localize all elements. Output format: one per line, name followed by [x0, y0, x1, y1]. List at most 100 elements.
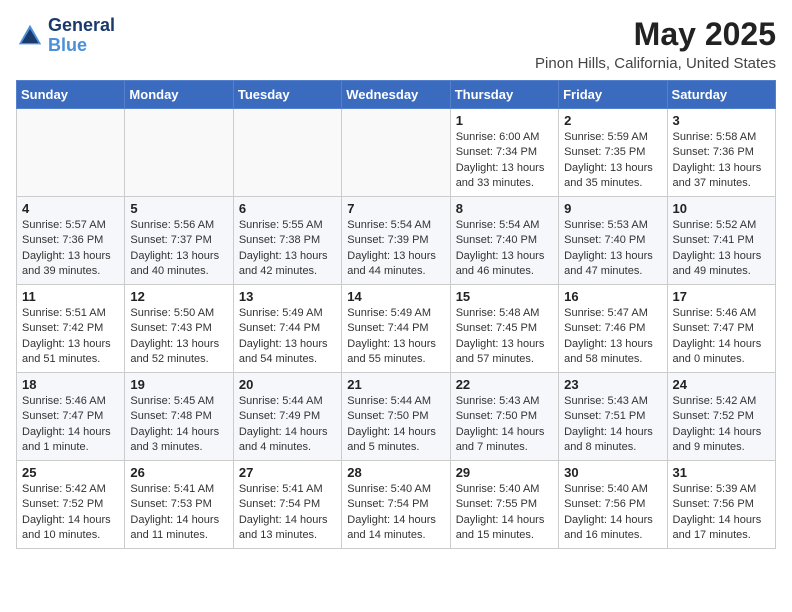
day-info: Sunrise: 5:49 AMSunset: 7:44 PMDaylight:… [239, 306, 336, 368]
day-number: 25 [22, 465, 119, 480]
day-number: 6 [239, 201, 336, 216]
day-info: Sunrise: 5:56 AMSunset: 7:37 PMDaylight:… [130, 218, 227, 280]
week-row-3: 11 Sunrise: 5:51 AMSunset: 7:42 PMDayligh… [17, 285, 776, 373]
day-info: Sunrise: 5:41 AMSunset: 7:54 PMDaylight:… [239, 482, 336, 544]
day-number: 28 [347, 465, 444, 480]
calendar-cell: 22Sunrise: 5:43 AMSunset: 7:50 PMDayligh… [450, 373, 558, 461]
calendar-cell [342, 109, 450, 197]
logo-icon [16, 22, 44, 50]
day-number: 1 [456, 113, 553, 128]
subtitle: Pinon Hills, California, United States [535, 55, 776, 72]
day-number: 20 [239, 377, 336, 392]
day-info: Sunrise: 5:43 AMSunset: 7:50 PMDaylight:… [456, 394, 553, 456]
day-number: 23 [564, 377, 661, 392]
day-info: Sunrise: 5:49 AMSunset: 7:44 PMDaylight:… [347, 306, 444, 368]
weekday-header-sunday: Sunday [17, 81, 125, 109]
day-info: Sunrise: 5:40 AMSunset: 7:55 PMDaylight:… [456, 482, 553, 544]
day-number: 31 [673, 465, 770, 480]
calendar-cell [17, 109, 125, 197]
day-info: Sunrise: 5:52 AMSunset: 7:41 PMDaylight:… [673, 218, 770, 280]
weekday-header-thursday: Thursday [450, 81, 558, 109]
day-info: Sunrise: 6:00 AMSunset: 7:34 PMDaylight:… [456, 130, 553, 192]
calendar-cell: 31 Sunrise: 5:39 AMSunset: 7:56 PMDayligh… [667, 461, 775, 549]
day-info: Sunrise: 5:42 AMSunset: 7:52 PMDaylight:… [673, 394, 770, 456]
week-row-4: 18Sunrise: 5:46 AMSunset: 7:47 PMDayligh… [17, 373, 776, 461]
day-info: Sunrise: 5:55 AMSunset: 7:38 PMDaylight:… [239, 218, 336, 280]
calendar-table: SundayMondayTuesdayWednesdayThursdayFrid… [16, 80, 776, 549]
calendar-cell: 14 Sunrise: 5:49 AMSunset: 7:44 PMDayligh… [342, 285, 450, 373]
calendar-cell: 6 Sunrise: 5:55 AMSunset: 7:38 PMDaylight… [233, 197, 341, 285]
calendar-cell: 30 Sunrise: 5:40 AMSunset: 7:56 PMDayligh… [559, 461, 667, 549]
day-number: 24 [673, 377, 770, 392]
day-info: Sunrise: 5:40 AMSunset: 7:56 PMDaylight:… [564, 482, 661, 544]
logo: General Blue [16, 16, 115, 56]
calendar-cell: 27Sunrise: 5:41 AMSunset: 7:54 PMDayligh… [233, 461, 341, 549]
day-number: 10 [673, 201, 770, 216]
day-number: 11 [22, 289, 119, 304]
day-number: 3 [673, 113, 770, 128]
calendar-cell: 12 Sunrise: 5:50 AMSunset: 7:43 PMDayligh… [125, 285, 233, 373]
day-info: Sunrise: 5:58 AMSunset: 7:36 PMDaylight:… [673, 130, 770, 192]
calendar-cell: 1 Sunrise: 6:00 AMSunset: 7:34 PMDaylight… [450, 109, 558, 197]
day-info: Sunrise: 5:53 AMSunset: 7:40 PMDaylight:… [564, 218, 661, 280]
day-number: 15 [456, 289, 553, 304]
day-info: Sunrise: 5:42 AMSunset: 7:52 PMDaylight:… [22, 482, 119, 544]
calendar-cell [233, 109, 341, 197]
day-number: 17 [673, 289, 770, 304]
calendar-cell: 3 Sunrise: 5:58 AMSunset: 7:36 PMDaylight… [667, 109, 775, 197]
weekday-header-tuesday: Tuesday [233, 81, 341, 109]
day-info: Sunrise: 5:43 AMSunset: 7:51 PMDaylight:… [564, 394, 661, 456]
week-row-5: 25 Sunrise: 5:42 AMSunset: 7:52 PMDayligh… [17, 461, 776, 549]
calendar-cell: 19 Sunrise: 5:45 AMSunset: 7:48 PMDayligh… [125, 373, 233, 461]
calendar-cell: 9Sunrise: 5:53 AMSunset: 7:40 PMDaylight… [559, 197, 667, 285]
weekday-header-wednesday: Wednesday [342, 81, 450, 109]
day-info: Sunrise: 5:51 AMSunset: 7:42 PMDaylight:… [22, 306, 119, 368]
day-info: Sunrise: 5:50 AMSunset: 7:43 PMDaylight:… [130, 306, 227, 368]
day-info: Sunrise: 5:44 AMSunset: 7:49 PMDaylight:… [239, 394, 336, 456]
calendar-cell: 4 Sunrise: 5:57 AMSunset: 7:36 PMDaylight… [17, 197, 125, 285]
day-number: 14 [347, 289, 444, 304]
calendar-cell: 25 Sunrise: 5:42 AMSunset: 7:52 PMDayligh… [17, 461, 125, 549]
calendar-cell: 20 Sunrise: 5:44 AMSunset: 7:49 PMDayligh… [233, 373, 341, 461]
main-title: May 2025 [535, 16, 776, 53]
calendar-cell: 26Sunrise: 5:41 AMSunset: 7:53 PMDayligh… [125, 461, 233, 549]
calendar-cell: 10 Sunrise: 5:52 AMSunset: 7:41 PMDayligh… [667, 197, 775, 285]
calendar-cell: 17 Sunrise: 5:46 AMSunset: 7:47 PMDayligh… [667, 285, 775, 373]
day-info: Sunrise: 5:46 AMSunset: 7:47 PMDaylight:… [22, 394, 119, 456]
day-info: Sunrise: 5:39 AMSunset: 7:56 PMDaylight:… [673, 482, 770, 544]
calendar-cell: 8Sunrise: 5:54 AMSunset: 7:40 PMDaylight… [450, 197, 558, 285]
day-number: 8 [456, 201, 553, 216]
day-info: Sunrise: 5:54 AMSunset: 7:39 PMDaylight:… [347, 218, 444, 280]
day-number: 2 [564, 113, 661, 128]
calendar-cell: 24 Sunrise: 5:42 AMSunset: 7:52 PMDayligh… [667, 373, 775, 461]
day-number: 30 [564, 465, 661, 480]
week-row-1: 1 Sunrise: 6:00 AMSunset: 7:34 PMDaylight… [17, 109, 776, 197]
calendar-cell: 28Sunrise: 5:40 AMSunset: 7:54 PMDayligh… [342, 461, 450, 549]
day-number: 19 [130, 377, 227, 392]
calendar-cell: 13 Sunrise: 5:49 AMSunset: 7:44 PMDayligh… [233, 285, 341, 373]
day-info: Sunrise: 5:59 AMSunset: 7:35 PMDaylight:… [564, 130, 661, 192]
weekday-header-friday: Friday [559, 81, 667, 109]
calendar-cell: 11 Sunrise: 5:51 AMSunset: 7:42 PMDayligh… [17, 285, 125, 373]
page-header: General Blue May 2025 Pinon Hills, Calif… [16, 16, 776, 72]
day-info: Sunrise: 5:47 AMSunset: 7:46 PMDaylight:… [564, 306, 661, 368]
day-info: Sunrise: 5:46 AMSunset: 7:47 PMDaylight:… [673, 306, 770, 368]
calendar-cell: 23 Sunrise: 5:43 AMSunset: 7:51 PMDayligh… [559, 373, 667, 461]
day-info: Sunrise: 5:57 AMSunset: 7:36 PMDaylight:… [22, 218, 119, 280]
calendar-cell: 29Sunrise: 5:40 AMSunset: 7:55 PMDayligh… [450, 461, 558, 549]
week-row-2: 4 Sunrise: 5:57 AMSunset: 7:36 PMDaylight… [17, 197, 776, 285]
calendar-cell [125, 109, 233, 197]
day-number: 12 [130, 289, 227, 304]
day-number: 7 [347, 201, 444, 216]
calendar-cell: 2 Sunrise: 5:59 AMSunset: 7:35 PMDaylight… [559, 109, 667, 197]
title-block: May 2025 Pinon Hills, California, United… [535, 16, 776, 72]
day-info: Sunrise: 5:44 AMSunset: 7:50 PMDaylight:… [347, 394, 444, 456]
day-number: 5 [130, 201, 227, 216]
day-number: 16 [564, 289, 661, 304]
day-info: Sunrise: 5:45 AMSunset: 7:48 PMDaylight:… [130, 394, 227, 456]
day-number: 13 [239, 289, 336, 304]
day-number: 26 [130, 465, 227, 480]
logo-text: General Blue [48, 16, 115, 56]
weekday-header-saturday: Saturday [667, 81, 775, 109]
day-number: 4 [22, 201, 119, 216]
